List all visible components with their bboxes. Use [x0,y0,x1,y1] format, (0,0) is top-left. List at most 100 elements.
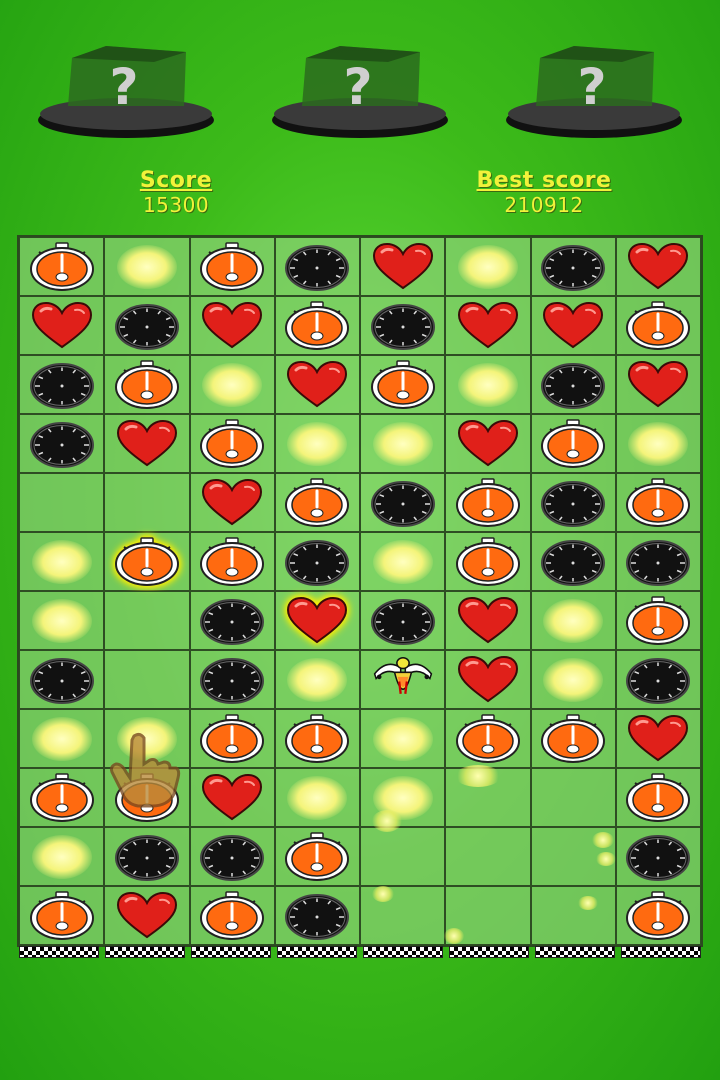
board-cell-r2-c5[interactable] [360,296,446,355]
mystery-powerup-3[interactable]: ? [504,40,684,140]
board-cell-r5-c2[interactable] [104,473,190,532]
board-cell-r10-c1[interactable] [19,768,105,827]
board-cell-r2-c1[interactable] [19,296,105,355]
board-cell-r7-c6[interactable] [445,591,531,650]
board-cell-r6-c5[interactable] [360,532,446,591]
board-cell-r11-c5[interactable] [360,827,446,886]
board-cell-r1-c1[interactable] [19,237,105,296]
board-cell-r6-c2[interactable] [104,532,190,591]
board-cell-r4-c4[interactable] [274,414,360,473]
board-cell-r9-c1[interactable] [19,709,105,768]
board-cell-r1-c4[interactable] [274,237,360,296]
board-cell-r7-c7[interactable] [530,591,616,650]
board-cell-r5-c4[interactable] [274,473,360,532]
board-cell-r5-c7[interactable] [530,473,616,532]
board-cell-r9-c6[interactable] [445,709,531,768]
board-cell-r5-c5[interactable] [360,473,446,532]
board-cell-r1-c5[interactable] [360,237,446,296]
board-cell-r3-c5[interactable] [360,355,446,414]
board-cell-r1-c7[interactable] [530,237,616,296]
board-cell-r11-c8[interactable] [615,827,701,886]
board-cell-r12-c7[interactable] [530,886,616,945]
stopwatch-icon [200,713,265,763]
board-cell-r5-c1[interactable] [19,473,105,532]
board-cell-r9-c3[interactable] [189,709,275,768]
board-cell-r2-c2[interactable] [104,296,190,355]
board-cell-r4-c3[interactable] [189,414,275,473]
board-cell-r5-c6[interactable] [445,473,531,532]
board-cell-r2-c4[interactable] [274,296,360,355]
board-cell-r6-c6[interactable] [445,532,531,591]
mystery-powerup-1[interactable]: ? [36,40,216,140]
board-cell-r12-c8[interactable] [615,886,701,945]
stopwatch-icon [200,536,265,586]
board-cell-r9-c4[interactable] [274,709,360,768]
board-cell-r7-c3[interactable] [189,591,275,650]
board-cell-r4-c8[interactable] [615,414,701,473]
board-cell-r3-c7[interactable] [530,355,616,414]
board-cell-r5-c3[interactable] [189,473,275,532]
board-cell-r6-c8[interactable] [615,532,701,591]
board-cell-r6-c7[interactable] [530,532,616,591]
board-cell-r3-c4[interactable] [274,355,360,414]
board-cell-r12-c4[interactable] [274,886,360,945]
board-cell-r4-c6[interactable] [445,414,531,473]
board-cell-r7-c1[interactable] [19,591,105,650]
board-cell-r1-c8[interactable] [615,237,701,296]
board-cell-r10-c4[interactable] [274,768,360,827]
board-cell-r12-c3[interactable] [189,886,275,945]
board-cell-r11-c2[interactable] [104,827,190,886]
board-cell-r12-c2[interactable] [104,886,190,945]
glow-orb [31,716,92,761]
board-cell-r6-c1[interactable] [19,532,105,591]
board-cell-r6-c3[interactable] [189,532,275,591]
board-cell-r12-c1[interactable] [19,886,105,945]
board-cell-r4-c5[interactable] [360,414,446,473]
board-cell-r2-c6[interactable] [445,296,531,355]
board-cell-r5-c8[interactable] [615,473,701,532]
board-cell-r10-c8[interactable] [615,768,701,827]
board-cell-r4-c2[interactable] [104,414,190,473]
glow-orb [543,598,604,643]
best-score-label: Best score [476,168,612,193]
board-cell-r9-c7[interactable] [530,709,616,768]
board-cell-r8-c4[interactable] [274,650,360,709]
board-cell-r11-c1[interactable] [19,827,105,886]
board-cell-r8-c1[interactable] [19,650,105,709]
board-cell-r2-c7[interactable] [530,296,616,355]
board-cell-r2-c3[interactable] [189,296,275,355]
board-cell-r7-c8[interactable] [615,591,701,650]
board-cell-r1-c6[interactable] [445,237,531,296]
board-cell-r1-c3[interactable] [189,237,275,296]
board-cell-r4-c1[interactable] [19,414,105,473]
board-cell-r8-c7[interactable] [530,650,616,709]
board-cell-r3-c1[interactable] [19,355,105,414]
clock-icon [626,657,691,704]
board-cell-r10-c7[interactable] [530,768,616,827]
board-cell-r3-c3[interactable] [189,355,275,414]
board-cell-r2-c8[interactable] [615,296,701,355]
board-cell-r11-c4[interactable] [274,827,360,886]
board-cell-r3-c8[interactable] [615,355,701,414]
board-cell-r8-c3[interactable] [189,650,275,709]
board-cell-r10-c3[interactable] [189,768,275,827]
board-cell-r7-c5[interactable] [360,591,446,650]
board-cell-r8-c6[interactable] [445,650,531,709]
board-cell-r8-c8[interactable] [615,650,701,709]
board-cell-r1-c2[interactable] [104,237,190,296]
board-cell-r8-c2[interactable] [104,650,190,709]
board-cell-r7-c4[interactable] [274,591,360,650]
board-cell-r9-c5[interactable] [360,709,446,768]
heart-icon [543,301,604,348]
board-cell-r6-c4[interactable] [274,532,360,591]
stopwatch-icon [200,418,265,468]
board-cell-r11-c6[interactable] [445,827,531,886]
board-cell-r8-c5[interactable] [360,650,446,709]
board-cell-r11-c3[interactable] [189,827,275,886]
board-cell-r9-c8[interactable] [615,709,701,768]
board-cell-r4-c7[interactable] [530,414,616,473]
board-cell-r7-c2[interactable] [104,591,190,650]
board-cell-r3-c6[interactable] [445,355,531,414]
board-cell-r3-c2[interactable] [104,355,190,414]
mystery-powerup-2[interactable]: ? [270,40,450,140]
